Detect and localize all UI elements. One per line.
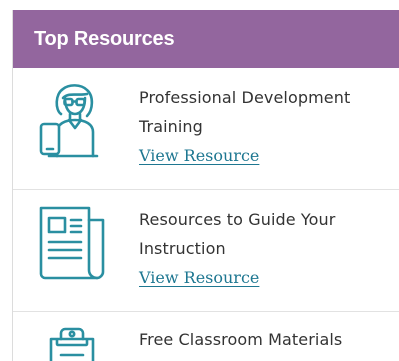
resource-title: Professional Development Training	[139, 88, 351, 136]
resource-item-professional-development: Professional Development Training View R…	[13, 68, 399, 190]
top-resources-panel: Top Resources Professional Development T…	[12, 10, 399, 361]
resource-item-guide-instruction: Resources to Guide Your Instruction View…	[13, 190, 399, 312]
clipboard-icon	[49, 327, 95, 361]
resource-icon-container	[13, 190, 139, 311]
view-resource-link[interactable]: View Resource	[139, 268, 259, 287]
panel-title: Top Resources	[34, 27, 175, 50]
teacher-with-tablet-icon	[39, 84, 99, 158]
view-resource-link[interactable]: View Resource	[139, 146, 259, 165]
resource-text: Resources to Guide Your Instruction View…	[139, 190, 399, 311]
page: Top Resources Professional Development T…	[0, 0, 399, 361]
resource-title: Free Classroom Materials	[139, 330, 343, 349]
resource-text: Free Classroom Materials	[139, 312, 356, 361]
resource-text: Professional Development Training View R…	[139, 68, 399, 189]
resource-icon-container	[13, 68, 139, 189]
panel-header: Top Resources	[13, 10, 399, 68]
resource-title: Resources to Guide Your Instruction	[139, 210, 336, 258]
resource-item-classroom-materials: Free Classroom Materials	[13, 312, 399, 361]
newspaper-document-icon	[39, 206, 105, 280]
resource-icon-container	[13, 312, 139, 361]
